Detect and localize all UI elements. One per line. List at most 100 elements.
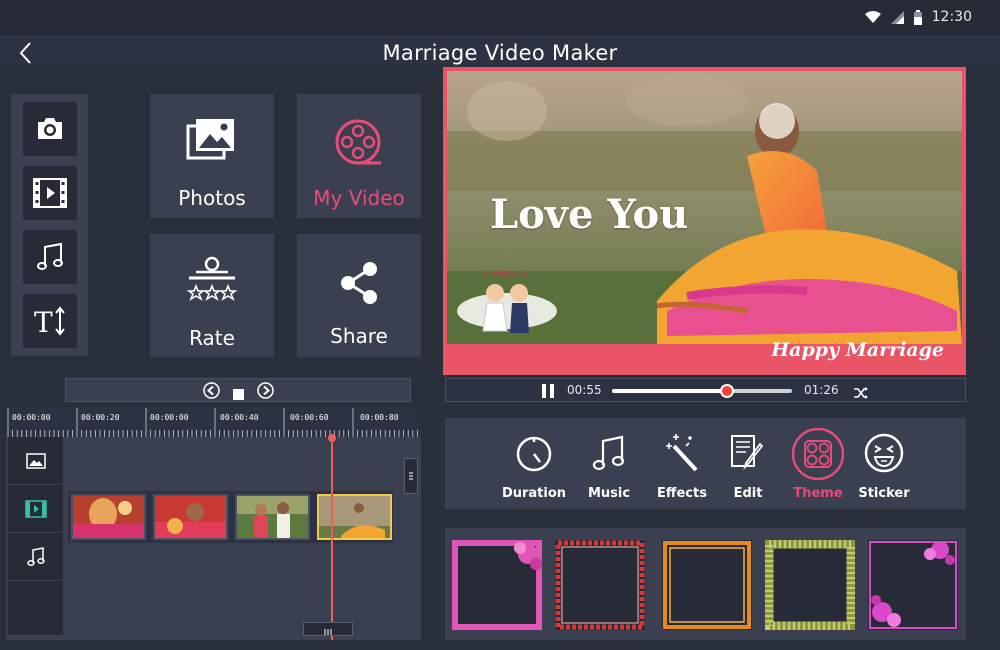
music-label: Music <box>587 486 631 501</box>
emoji-sticker-icon <box>864 433 904 473</box>
red-pattern-frame <box>555 540 645 630</box>
overlay-text: Love You <box>490 191 689 238</box>
shuffle-button[interactable] <box>854 384 868 403</box>
signal-icon <box>890 10 904 24</box>
wifi-icon <box>864 11 881 23</box>
next-icon <box>257 382 274 399</box>
media-tool-column: T <box>11 94 88 356</box>
theme-label: Theme <box>793 486 843 501</box>
orange-gold-frame <box>663 541 751 629</box>
share-icon <box>341 262 377 304</box>
sticker-text: Wedding party <box>483 270 527 277</box>
photos-tile[interactable]: Photos <box>150 94 274 218</box>
battery-icon <box>913 9 922 25</box>
horizontal-scroll-handle[interactable] <box>303 622 353 636</box>
caption-text: Happy Marriage <box>771 339 944 361</box>
text-button[interactable]: T <box>23 294 77 348</box>
effects-tool[interactable]: Effects <box>646 432 718 501</box>
current-time: 00:55 <box>567 383 602 397</box>
ruler-label: 00:00:00 <box>150 413 189 422</box>
floral-pink-frame <box>452 540 542 630</box>
previous-icon <box>203 382 220 399</box>
status-bar: 12:30 <box>0 0 1000 36</box>
video-player-bar: 00:55 01:26 <box>445 378 966 402</box>
seek-bar[interactable] <box>612 384 792 398</box>
pause-icon <box>542 384 554 398</box>
frames-panel <box>445 528 966 640</box>
app-header: Marriage Video Maker <box>0 36 1000 68</box>
svg-text:T: T <box>34 306 53 337</box>
sticker-tool[interactable]: Sticker <box>848 432 920 501</box>
my-video-label: My Video <box>313 186 405 210</box>
playhead[interactable] <box>331 434 333 640</box>
seek-handle[interactable] <box>720 384 735 398</box>
camera-icon <box>38 118 62 139</box>
seek-progress <box>612 389 728 393</box>
rate-stars-icon <box>186 256 238 301</box>
stop-icon <box>233 389 244 400</box>
edit-label: Edit <box>733 486 763 501</box>
timer-icon <box>516 436 552 472</box>
theme-icon <box>792 428 844 480</box>
next-button[interactable] <box>257 382 274 403</box>
preview-photo: Wedding party Love You <box>447 71 962 344</box>
shuffle-icon <box>854 387 868 399</box>
status-time: 12:30 <box>931 9 972 25</box>
film-icon <box>33 178 67 208</box>
playhead-handle[interactable] <box>328 434 336 442</box>
video-clip[interactable] <box>71 494 146 540</box>
video-track[interactable] <box>8 485 63 533</box>
video-clip-strip <box>68 491 393 543</box>
music-track[interactable] <box>8 533 63 581</box>
image-gallery-icon <box>186 119 234 160</box>
image-track[interactable] <box>8 437 63 485</box>
video-clip[interactable] <box>235 494 310 540</box>
ruler-label: 00:00:40 <box>220 413 259 422</box>
camera-button[interactable] <box>23 102 77 156</box>
timeline-transport <box>65 378 411 402</box>
share-tile[interactable]: Share <box>297 234 421 357</box>
pink-roses-frame <box>869 541 957 629</box>
rate-tile[interactable]: Rate <box>150 234 274 357</box>
video-button[interactable] <box>23 166 77 220</box>
previous-button[interactable] <box>203 382 220 403</box>
video-clip-selected[interactable] <box>317 494 392 540</box>
photos-label: Photos <box>178 186 246 210</box>
ruler-label: 00:00:20 <box>81 413 120 422</box>
video-track-icon <box>24 499 47 518</box>
ruler-label: 00:00:60 <box>290 413 329 422</box>
image-track-icon <box>25 452 46 469</box>
frame-thumbnail[interactable] <box>555 540 645 630</box>
share-label: Share <box>330 324 388 348</box>
ruler-label: 00:00:00 <box>12 413 51 422</box>
music-track-icon <box>26 546 45 566</box>
vertical-scroll-handle[interactable] <box>404 458 418 494</box>
duration-tool[interactable]: Duration <box>498 432 570 501</box>
timeline-panel: 00:00:00 00:00:20 00:00:00 00:00:40 00:0… <box>6 408 421 640</box>
video-clip[interactable] <box>153 494 228 540</box>
sticker-label: Sticker <box>858 486 910 501</box>
music-note-icon <box>592 435 625 471</box>
page-title: Marriage Video Maker <box>382 41 618 65</box>
edit-tools-panel: Duration Music Effects Edit Theme Sticke… <box>445 418 966 509</box>
frame-thumbnail[interactable] <box>452 540 542 630</box>
magic-wand-icon <box>666 434 698 472</box>
music-tool[interactable]: Music <box>573 432 645 501</box>
theme-tool[interactable]: Theme <box>782 428 854 501</box>
frame-thumbnail[interactable] <box>764 539 856 631</box>
pause-button[interactable] <box>542 383 554 402</box>
track-list <box>8 437 63 635</box>
video-preview[interactable]: Wedding party Love You Happy Marriage <box>443 67 966 375</box>
film-reel-icon <box>335 119 381 165</box>
total-time: 01:26 <box>804 383 839 397</box>
my-video-tile[interactable]: My Video <box>297 94 421 218</box>
edit-document-icon <box>731 435 764 470</box>
music-button[interactable] <box>23 230 77 284</box>
frame-thumbnail[interactable] <box>868 540 958 630</box>
ruler-label: 00:00:80 <box>360 413 399 422</box>
frame-thumbnail[interactable] <box>662 540 752 630</box>
effects-label: Effects <box>657 486 707 501</box>
text-icon: T <box>34 306 65 337</box>
edit-tool[interactable]: Edit <box>712 432 784 501</box>
stop-button[interactable] <box>233 385 244 404</box>
